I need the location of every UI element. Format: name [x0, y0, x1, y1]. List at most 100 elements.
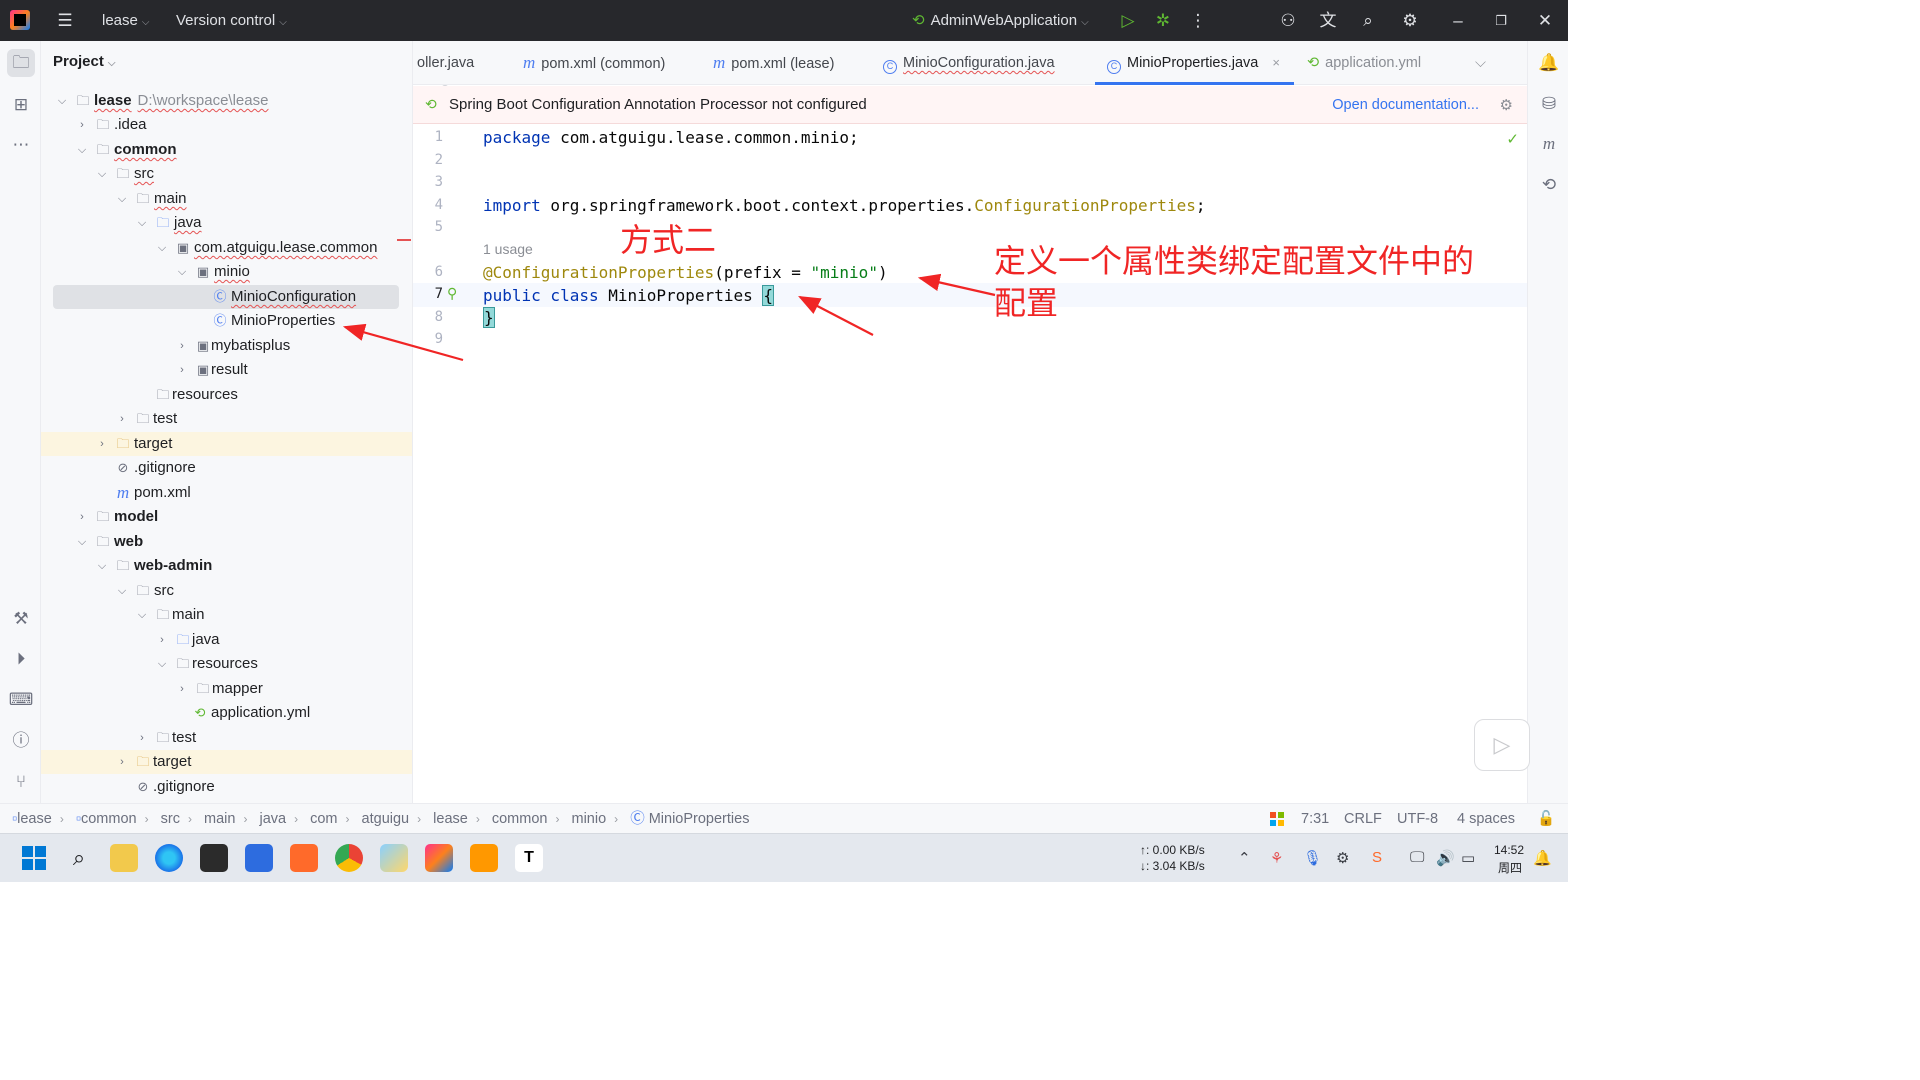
spring-bean-gutter-icon[interactable]: ⚲ — [447, 285, 457, 302]
tree-item[interactable]: ⌵ ▣ com.atguigu.lease.common — [41, 236, 412, 260]
photos-app-icon[interactable] — [380, 844, 408, 872]
project-tool-icon[interactable]: 🗀 — [7, 49, 35, 77]
tree-item[interactable]: › ▣ result — [41, 358, 412, 382]
tree-item[interactable]: ⊘ .gitignore — [41, 456, 412, 480]
breadcrumb-item[interactable]: lease — [17, 811, 52, 827]
project-switcher[interactable]: lease ⌵ — [102, 0, 149, 41]
project-panel-title[interactable]: Project ⌵ — [53, 53, 115, 70]
tray-app-icon[interactable]: ⚘ — [1270, 849, 1283, 867]
close-icon[interactable]: ✕ — [1532, 8, 1558, 34]
tree-item-selected[interactable]: Ⓒ MinioConfiguration — [53, 285, 399, 309]
maven-tool-icon[interactable]: m — [1536, 131, 1562, 157]
breadcrumb-item[interactable]: java — [259, 811, 286, 827]
tree-item[interactable]: ⌵ 🗀 web — [41, 530, 412, 554]
database-tool-icon[interactable]: ⛁ — [1536, 91, 1562, 117]
code-with-me-icon[interactable]: ⚇ — [1275, 8, 1301, 34]
terminal-tool-icon[interactable]: ⌨ — [7, 686, 35, 714]
tree-item[interactable]: m pom.xml — [41, 481, 412, 505]
run-config-selector[interactable]: ⟲ AdminWebApplication ⌵ — [912, 0, 1089, 41]
indent-setting[interactable]: 4 spaces — [1457, 804, 1515, 834]
run-icon[interactable]: ▷ — [1115, 8, 1141, 34]
read-only-lock-icon[interactable]: 🔓 — [1537, 804, 1555, 834]
notifications-bell-icon[interactable]: 🔔 — [1536, 50, 1562, 76]
taskbar-search-icon[interactable]: ⌕ — [65, 844, 93, 872]
breadcrumb-item[interactable]: src — [161, 811, 180, 827]
git-tool-icon[interactable]: ⑂ — [7, 768, 35, 796]
build-tool-icon[interactable]: ⚒ — [7, 605, 35, 633]
tree-item[interactable]: 🗀 resources — [41, 383, 412, 407]
usage-hint[interactable]: 1 usage — [483, 241, 533, 257]
edge-browser-icon[interactable] — [155, 844, 183, 872]
clock-day[interactable]: 周四 — [1498, 859, 1522, 876]
clock-time[interactable]: 14:52 — [1494, 843, 1524, 857]
tree-item[interactable]: ⌵ 🗀 common — [41, 138, 412, 162]
microphone-icon[interactable]: 🎙 — [1303, 849, 1322, 867]
tree-item[interactable]: › 🗀 test — [41, 726, 412, 750]
tree-item[interactable]: › 🗀 java — [41, 628, 412, 652]
banner-gear-icon[interactable]: ⚙ — [1500, 96, 1513, 114]
ai-assistant-icon[interactable]: ⟲ — [1536, 172, 1562, 198]
tree-item[interactable]: ⌵ 🗀 resources — [41, 652, 412, 676]
tree-item[interactable]: ⌵ 🗀 src — [41, 579, 412, 603]
tree-item[interactable]: › 🗀 .idea — [41, 113, 412, 137]
file-explorer-icon[interactable] — [110, 844, 138, 872]
ide-logo-icon[interactable] — [10, 10, 30, 30]
problems-tool-icon[interactable]: ⓘ — [7, 727, 35, 755]
start-button-icon[interactable] — [20, 844, 48, 872]
caret-position[interactable]: 7:31 — [1301, 804, 1329, 834]
tree-item[interactable]: ⌵ 🗀 web-admin — [41, 554, 412, 578]
tab-application-yml[interactable]: ⟲ application.yml — [1307, 41, 1421, 85]
breadcrumb-item[interactable]: MinioProperties — [649, 811, 750, 827]
breadcrumb-item[interactable]: main — [204, 811, 235, 827]
input-method-icon[interactable]: S — [1372, 849, 1382, 866]
tool-app-icon[interactable] — [290, 844, 318, 872]
tree-item[interactable]: ⌵ 🗀 java — [41, 211, 412, 235]
tray-overflow-icon[interactable]: ⌃ — [1238, 849, 1251, 867]
file-encoding[interactable]: UTF-8 — [1397, 804, 1438, 834]
breadcrumb-item[interactable]: com — [310, 811, 337, 827]
tree-item[interactable]: ⟲ application.yml — [41, 701, 412, 725]
tree-item[interactable]: › ▣ mybatisplus — [41, 334, 412, 358]
intellij-taskbar-icon[interactable] — [425, 844, 453, 872]
restore-icon[interactable]: ❐ — [1488, 8, 1514, 34]
terminal-app-icon[interactable] — [200, 844, 228, 872]
tree-item[interactable]: Ⓒ MinioProperties — [41, 309, 412, 333]
tree-item[interactable]: ⌵ ▣ minio — [41, 260, 412, 284]
open-documentation-link[interactable]: Open documentation... — [1332, 86, 1479, 124]
battery-icon[interactable]: ▭ — [1461, 849, 1475, 867]
breadcrumb-item[interactable]: atguigu — [362, 811, 410, 827]
tab-pom-lease[interactable]: m pom.xml (lease) — [713, 41, 834, 85]
tree-item[interactable]: › 🗀 target — [41, 432, 412, 456]
minimize-icon[interactable]: – — [1445, 8, 1471, 34]
typora-app-icon[interactable]: T — [515, 844, 543, 872]
settings-icon[interactable]: ⚙ — [1397, 8, 1423, 34]
tree-item[interactable]: ⌵ 🗀 main — [41, 603, 412, 627]
tree-item[interactable]: › 🗀 model — [41, 505, 412, 529]
inspection-ok-icon[interactable]: ✓ — [1506, 130, 1519, 148]
tab-minio-properties[interactable]: C MinioProperties.java × — [1095, 41, 1294, 85]
tray-network-tool-icon[interactable]: ⚙ — [1336, 849, 1349, 867]
tree-item[interactable]: › 🗀 target — [41, 750, 412, 774]
more-tools-icon[interactable]: ⋯ — [7, 131, 35, 159]
services-tool-icon[interactable]: ⏵ — [7, 645, 35, 673]
close-tab-icon[interactable]: × — [1272, 55, 1280, 70]
breadcrumb-item[interactable]: common — [492, 811, 548, 827]
breadcrumb-item[interactable]: minio — [572, 811, 607, 827]
structure-tool-icon[interactable]: ⊞ — [7, 91, 35, 119]
tab-minio-configuration[interactable]: C MinioConfiguration.java — [883, 41, 1055, 85]
breadcrumb-item[interactable]: common — [81, 811, 137, 827]
tree-item[interactable]: ⌵ 🗀 main — [41, 187, 412, 211]
tab-pom-common[interactable]: m pom.xml (common) — [523, 41, 665, 85]
tab-controller[interactable]: oller.java — [417, 41, 474, 85]
network-icon[interactable]: 🖵 — [1410, 849, 1424, 866]
floating-play-button[interactable]: ▷ — [1474, 719, 1530, 771]
debug-icon[interactable]: ✲ — [1150, 8, 1176, 34]
breadcrumb-item[interactable]: lease — [433, 811, 468, 827]
tree-item[interactable]: ⌵ 🗀 lease D:\workspace\lease — [41, 89, 412, 113]
volume-icon[interactable]: 🔊 — [1436, 849, 1455, 867]
more-actions-icon[interactable]: ⋮ — [1185, 8, 1211, 34]
tree-item[interactable]: ⊘ .gitignore — [41, 775, 412, 799]
chrome-browser-icon[interactable] — [335, 844, 363, 872]
tree-item[interactable]: › 🗀 test — [41, 407, 412, 431]
vcs-menu[interactable]: Version control ⌵ — [176, 0, 287, 41]
